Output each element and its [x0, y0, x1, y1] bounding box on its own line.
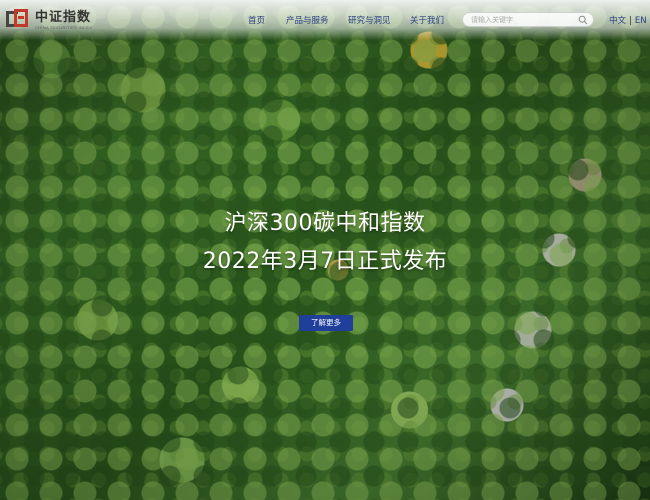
- nav-item-products-services[interactable]: 产品与服务: [286, 14, 329, 26]
- learn-more-button[interactable]: 了解更多: [299, 315, 353, 331]
- hero-headline-line2: 2022年3月7日正式发布: [202, 249, 448, 274]
- language-switcher: 中文 | EN: [609, 14, 647, 26]
- lang-chinese[interactable]: 中文: [609, 16, 626, 26]
- lang-separator: |: [629, 16, 632, 26]
- logo-english-name: CHINA SECURITIES INDEX: [35, 24, 93, 30]
- nav-item-research-insights[interactable]: 研究与洞见: [348, 14, 391, 26]
- nav-item-about-us[interactable]: 关于我们: [410, 14, 444, 26]
- search-input[interactable]: [471, 14, 575, 26]
- lang-english[interactable]: EN: [635, 16, 647, 26]
- search-icon[interactable]: [578, 15, 588, 25]
- logo-mark-icon: [6, 9, 32, 31]
- logo-chinese-name: 中证指数: [35, 9, 92, 25]
- hero-headline-line1: 沪深300碳中和指数: [224, 211, 426, 236]
- top-navigation-bar: 中证指数 CHINA SECURITIES INDEX 首页 产品与服务 研究与…: [0, 0, 650, 40]
- logo-text: 中证指数 CHINA SECURITIES INDEX: [35, 11, 92, 30]
- nav-item-home[interactable]: 首页: [248, 14, 265, 26]
- site-logo[interactable]: 中证指数 CHINA SECURITIES INDEX: [6, 8, 106, 32]
- search-box: [462, 12, 594, 27]
